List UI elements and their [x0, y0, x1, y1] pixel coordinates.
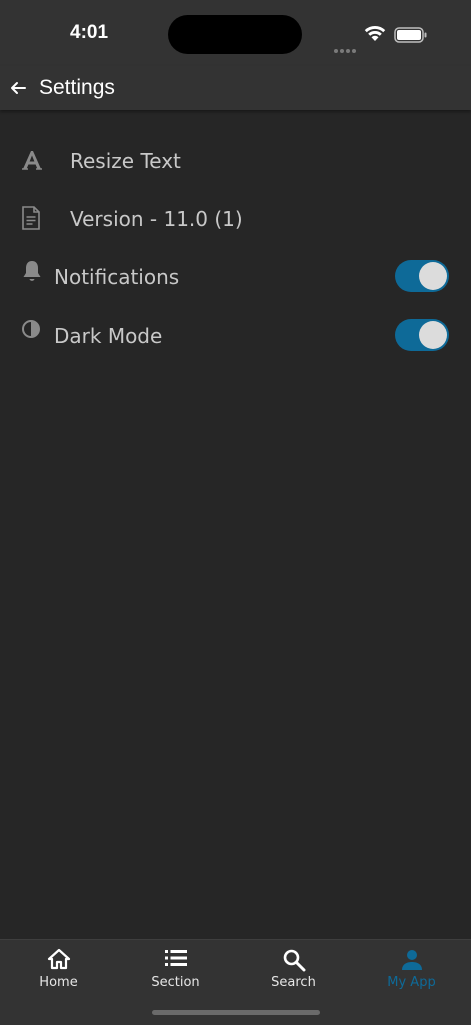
nav-item-search[interactable]: Search — [235, 940, 352, 1000]
nav-label: My App — [387, 975, 436, 990]
document-icon — [22, 206, 40, 230]
toggle-knob — [419, 321, 447, 349]
status-time: 4:01 — [70, 22, 109, 43]
contrast-icon — [22, 320, 40, 338]
nav-label: Home — [39, 975, 78, 990]
settings-item-label: Version - 11.0 (1) — [70, 207, 243, 231]
arrow-left-icon[interactable] — [9, 79, 27, 97]
page-title: Settings — [39, 76, 115, 99]
home-indicator — [152, 1010, 320, 1015]
notifications-toggle[interactable] — [395, 260, 449, 292]
app-header: Settings — [0, 66, 471, 110]
wifi-icon — [364, 25, 386, 41]
status-bar: 4:01 — [0, 0, 471, 66]
font-size-icon — [22, 151, 42, 170]
settings-item-dark-mode: Dark Mode — [0, 310, 471, 360]
settings-item-label: Notifications — [54, 265, 180, 289]
settings-item-version: Version - 11.0 (1) — [0, 193, 471, 243]
search-icon — [283, 949, 305, 972]
nav-label: Section — [151, 975, 200, 990]
battery-icon — [394, 27, 427, 43]
settings-item-label: Resize Text — [70, 149, 181, 173]
dark-mode-toggle[interactable] — [395, 319, 449, 351]
settings-item-label: Dark Mode — [54, 324, 163, 348]
settings-item-resize-text[interactable]: Resize Text — [0, 135, 471, 185]
nav-label: Search — [271, 975, 316, 990]
nav-item-my-app[interactable]: My App — [353, 940, 470, 1000]
toggle-knob — [419, 262, 447, 290]
list-icon — [164, 950, 187, 966]
settings-item-notifications: Notifications — [0, 251, 471, 301]
home-icon — [47, 948, 70, 970]
nav-item-home[interactable]: Home — [0, 940, 117, 1000]
cellular-signal-icon — [334, 38, 358, 57]
bell-icon — [23, 261, 41, 281]
nav-item-section[interactable]: Section — [117, 940, 234, 1000]
person-icon — [401, 950, 422, 970]
dynamic-island — [168, 15, 302, 54]
